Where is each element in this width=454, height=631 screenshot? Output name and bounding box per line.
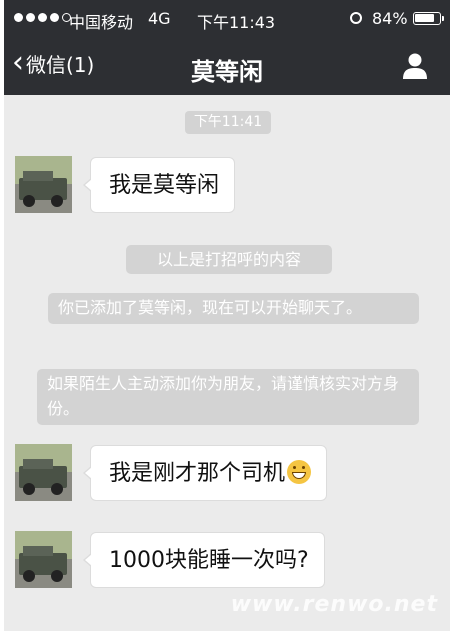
military-vehicle-avatar-icon: [15, 531, 72, 588]
message-text: 我是莫等闲: [109, 173, 220, 198]
message-text: 1000块能睡一次吗?: [109, 548, 309, 573]
carrier-name: 中国移动: [69, 13, 134, 32]
signal-dot: [26, 13, 35, 22]
signal-dot: [38, 13, 47, 22]
top-bar: 中国移动 4G 下午11:43 84% ‹ 微信(1) 莫等闲: [4, 0, 450, 95]
contact-profile-icon[interactable]: [402, 52, 428, 80]
chat-area[interactable]: 下午11:41 我是莫等闲 以上是打招呼的内容 你已添加了莫等闲，现在可以开始聊…: [4, 95, 450, 631]
message-bubble[interactable]: 我是莫等闲: [82, 157, 236, 213]
system-message: 你已添加了莫等闲，现在可以开始聊天了。: [48, 293, 419, 324]
avatar[interactable]: [15, 444, 72, 501]
message-timestamp: 下午11:41: [185, 111, 271, 134]
network-type: 4G: [148, 9, 171, 28]
signal-strength-icon: [14, 13, 71, 22]
military-vehicle-avatar-icon: [15, 156, 72, 213]
system-message: 以上是打招呼的内容: [126, 245, 332, 274]
navigation-bar: ‹ 微信(1) 莫等闲: [4, 38, 450, 95]
military-vehicle-avatar-icon: [15, 444, 72, 501]
system-message: 如果陌生人主动添加你为朋友，请谨慎核实对方身份。: [37, 369, 419, 425]
phone-screen: 中国移动 4G 下午11:43 84% ‹ 微信(1) 莫等闲 下午11:41: [4, 0, 450, 631]
chat-title: 莫等闲: [191, 58, 263, 86]
avatar[interactable]: [15, 156, 72, 213]
avatar[interactable]: [15, 531, 72, 588]
message-bubble[interactable]: 1000块能睡一次吗?: [83, 532, 325, 588]
battery-icon: [413, 12, 444, 25]
signal-dot: [50, 13, 59, 22]
battery-percentage: 84%: [372, 9, 408, 28]
battery-fill: [415, 14, 434, 22]
signal-dot: [14, 13, 23, 22]
grinning-face-emoji-icon: [287, 460, 312, 484]
message-text: 我是刚才那个司机: [109, 461, 286, 486]
alarm-clock-icon: [350, 12, 362, 24]
watermark: www.renwo.net: [230, 592, 438, 617]
message-bubble[interactable]: 我是刚才那个司机: [82, 445, 328, 501]
status-bar: 中国移动 4G 下午11:43 84%: [4, 0, 450, 38]
status-time: 下午11:43: [197, 13, 276, 32]
